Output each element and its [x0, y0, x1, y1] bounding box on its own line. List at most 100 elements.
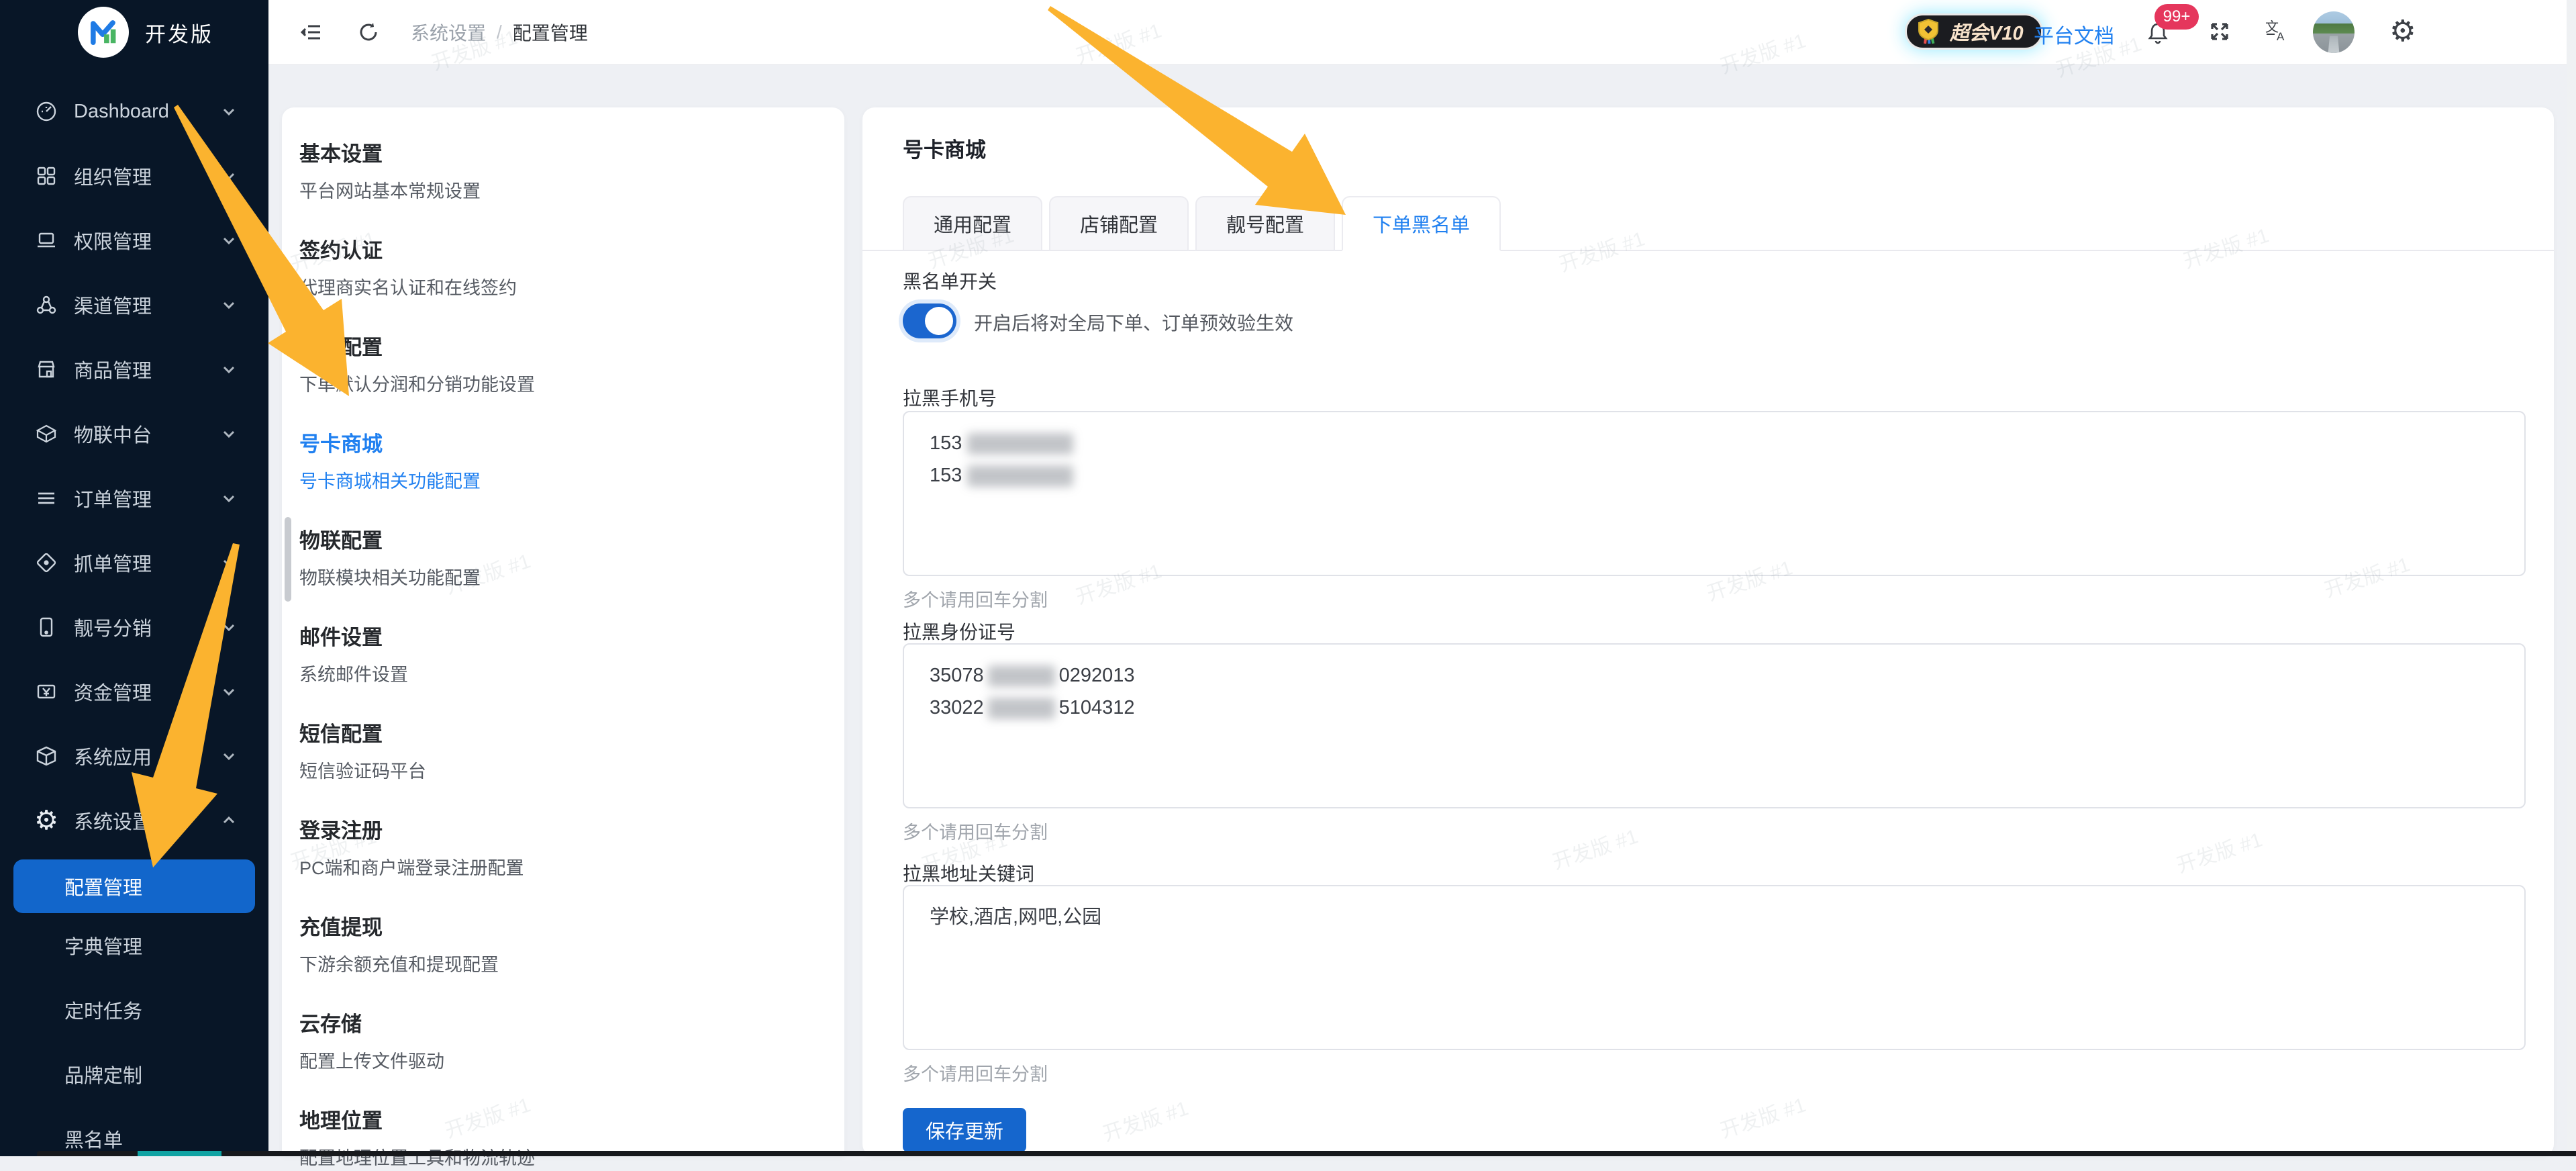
sidebar-subitem-brand[interactable]: 品牌定制 — [0, 1042, 268, 1107]
phone-prefix: 153 — [930, 432, 962, 454]
blacklist-switch-label: 黑名单开关 — [903, 267, 997, 294]
blurred-digits — [988, 698, 1055, 719]
textarea-line: 153 — [930, 427, 2499, 459]
menu-collapse-icon[interactable] — [298, 18, 326, 46]
list-scrollbar-thumb[interactable] — [285, 517, 291, 602]
cube-wire-icon — [34, 421, 59, 447]
sidebar-subitem-cron[interactable]: 定时任务 — [0, 978, 268, 1042]
settings-group-title: 地理位置 — [299, 1108, 824, 1135]
settings-group-recharge[interactable]: 充值提现 下游余额充值和提现配置 — [299, 915, 824, 978]
chevron-down-icon — [220, 296, 238, 314]
tab-order-blacklist-active[interactable]: 下单黑名单 — [1342, 196, 1501, 251]
settings-group-title: 基本设置 — [299, 141, 824, 168]
fullscreen-icon[interactable] — [2206, 17, 2234, 46]
sidebar-item-order[interactable]: 订单管理 — [0, 466, 268, 530]
id-prefix: 35078 — [930, 665, 984, 686]
settings-nav-panel: 基本设置 平台网站基本常规设置 签约认证 代理商实名认证和在线签约 营销配置 下… — [282, 107, 844, 1156]
tab-shop[interactable]: 店铺配置 — [1049, 196, 1189, 251]
package-box-icon — [34, 743, 59, 769]
sidebar-item-sysapp[interactable]: 系统应用 — [0, 724, 268, 788]
notification-count-badge: 99+ — [2154, 4, 2199, 30]
sidebar-item-org[interactable]: 组织管理 — [0, 144, 268, 208]
sidebar-item-permission[interactable]: 权限管理 — [0, 208, 268, 273]
sidebar-item-label: 组织管理 — [74, 162, 152, 190]
settings-group-storage[interactable]: 云存储 配置上传文件驱动 — [299, 1011, 824, 1074]
toggle-knob — [925, 307, 953, 335]
laptop-icon — [34, 228, 59, 253]
sidebar-subitem-config-active[interactable]: 配置管理 — [13, 859, 255, 913]
sidebar-item-syssettings[interactable]: ⚙ 系统设置 — [0, 788, 268, 853]
blacklist-toggle[interactable] — [903, 303, 956, 338]
sidebar-item-label: Dashboard — [74, 101, 169, 123]
tab-prettynumber[interactable]: 靓号配置 — [1195, 196, 1335, 251]
sidebar-subitem-label: 黑名单 — [64, 1125, 123, 1153]
page-scrollbar-track — [2567, 0, 2576, 1156]
sidebar-item-channel[interactable]: 渠道管理 — [0, 273, 268, 337]
address-blacklist-hint: 多个请用回车分割 — [903, 1060, 1048, 1086]
sidebar-item-label: 资金管理 — [74, 677, 152, 706]
settings-group-mail[interactable]: 邮件设置 系统邮件设置 — [299, 624, 824, 688]
sidebar-subitem-label: 字典管理 — [64, 931, 142, 959]
chevron-down-icon — [220, 747, 238, 765]
idcard-blacklist-textarea[interactable]: 350780292013 330225104312 — [903, 643, 2526, 808]
settings-group-iot[interactable]: 物联配置 物联模块相关功能配置 — [299, 528, 824, 591]
taskbar-edge-accent — [138, 1151, 221, 1156]
vip-badge[interactable]: 超会V10 — [1905, 13, 2043, 50]
tab-general[interactable]: 通用配置 — [903, 196, 1042, 251]
sidebar-item-label: 物联中台 — [74, 420, 152, 448]
idcard-blacklist-hint: 多个请用回车分割 — [903, 818, 1048, 844]
settings-group-desc: 配置地理位置工具和物流轨迹 — [299, 1145, 824, 1171]
settings-group-desc: PC端和商户端登录注册配置 — [299, 855, 824, 881]
chevron-down-icon — [220, 167, 238, 185]
settings-group-basic[interactable]: 基本设置 平台网站基本常规设置 — [299, 141, 824, 204]
settings-group-title: 营销配置 — [299, 334, 824, 361]
settings-group-geo[interactable]: 地理位置 配置地理位置工具和物流轨迹 — [299, 1108, 824, 1171]
tab-label: 店铺配置 — [1080, 209, 1158, 238]
phone-blacklist-hint: 多个请用回车分割 — [903, 586, 1048, 612]
settings-group-desc: 物联模块相关功能配置 — [299, 565, 824, 591]
settings-group-title: 号卡商城 — [299, 431, 824, 458]
translate-icon[interactable]: 文A — [2262, 16, 2290, 44]
sidebar-item-dashboard[interactable]: Dashboard — [0, 79, 268, 144]
save-button[interactable]: 保存更新 — [903, 1108, 1026, 1152]
sidebar-item-iot[interactable]: 物联中台 — [0, 402, 268, 466]
sidebar-subitem-blacklist[interactable]: 黑名单 — [0, 1107, 268, 1171]
sidebar-item-funds[interactable]: 资金管理 — [0, 659, 268, 724]
dashboard-gauge-icon — [34, 99, 59, 124]
settings-group-cardmall-active[interactable]: 号卡商城 号卡商城相关功能配置 — [299, 431, 824, 494]
user-avatar[interactable] — [2313, 11, 2355, 53]
smartphone-icon — [34, 614, 59, 640]
settings-group-title: 登录注册 — [299, 818, 824, 845]
settings-gear-icon[interactable]: ⚙ — [2389, 15, 2416, 48]
settings-group-desc: 号卡商城相关功能配置 — [299, 469, 824, 494]
settings-group-marketing[interactable]: 营销配置 下单默认分润和分销功能设置 — [299, 334, 824, 397]
sidebar-subitem-label: 定时任务 — [64, 996, 142, 1024]
list-lines-icon — [34, 485, 59, 511]
settings-group-desc: 短信验证码平台 — [299, 759, 824, 784]
sidebar-subitem-label: 配置管理 — [64, 872, 142, 900]
textarea-line: 350780292013 — [930, 659, 2499, 692]
settings-group-login[interactable]: 登录注册 PC端和商户端登录注册配置 — [299, 818, 824, 881]
tab-label: 通用配置 — [934, 209, 1011, 238]
breadcrumb-root[interactable]: 系统设置 — [411, 19, 486, 46]
sidebar-subitem-dictionary[interactable]: 字典管理 — [0, 913, 268, 978]
settings-group-desc: 平台网站基本常规设置 — [299, 179, 824, 204]
logo-mark-icon — [78, 7, 129, 58]
sidebar-item-grab[interactable]: 抓单管理 — [0, 530, 268, 595]
settings-group-sign[interactable]: 签约认证 代理商实名认证和在线签约 — [299, 238, 824, 301]
address-blacklist-textarea[interactable]: 学校,酒店,网吧,公园 — [903, 885, 2526, 1050]
tab-label: 下单黑名单 — [1373, 209, 1470, 238]
chevron-down-icon — [220, 618, 238, 636]
sidebar-item-label: 权限管理 — [74, 226, 152, 254]
platform-docs-link[interactable]: 平台文档 — [2034, 19, 2114, 49]
breadcrumb: 系统设置 / 配置管理 — [411, 19, 588, 46]
sidebar-item-goods[interactable]: 商品管理 — [0, 337, 268, 402]
sidebar-item-number-dist[interactable]: 靓号分销 — [0, 595, 268, 659]
app-title: 开发版 — [145, 17, 213, 48]
settings-group-sms[interactable]: 短信配置 短信验证码平台 — [299, 721, 824, 784]
refresh-icon[interactable] — [354, 18, 383, 46]
textarea-line: 153 — [930, 459, 2499, 491]
phone-blacklist-textarea[interactable]: 153 153 — [903, 411, 2526, 576]
settings-group-title: 签约认证 — [299, 238, 824, 265]
chevron-down-icon — [220, 361, 238, 378]
